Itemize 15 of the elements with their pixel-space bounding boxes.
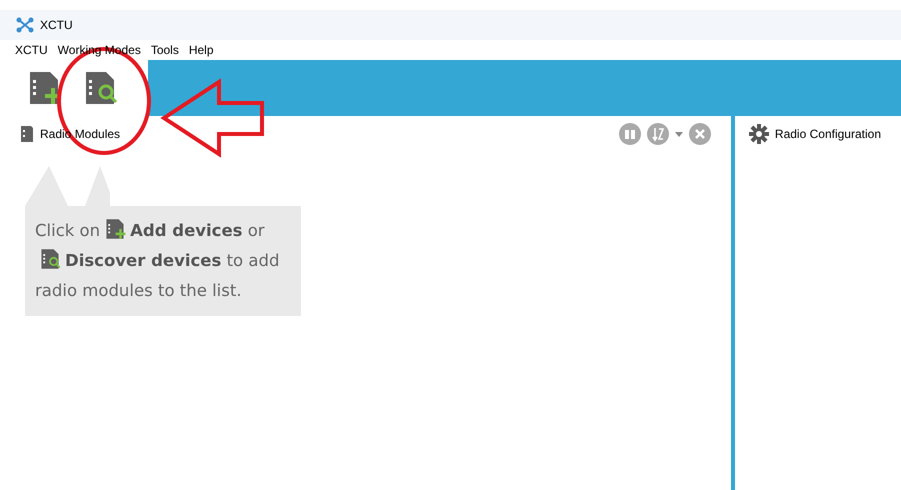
menu-item[interactable]: Help — [184, 43, 219, 57]
radio-module-icon — [20, 125, 34, 143]
menu-item[interactable]: XCTU — [10, 43, 53, 57]
add-device-icon[interactable] — [104, 218, 126, 240]
app-logo-icon — [16, 17, 34, 33]
panel-title: Radio Configuration — [774, 127, 881, 141]
hint-text: radio modules to the list. — [35, 281, 242, 300]
settings-icon — [748, 124, 769, 144]
hint-text: Discover devices to add — [65, 251, 280, 270]
discover-device-icon[interactable] — [39, 248, 61, 270]
caret-icon[interactable] — [674, 132, 683, 136]
hint-text: Add devices or — [130, 221, 265, 240]
menu-item[interactable]: Tools — [146, 43, 184, 57]
window-title: XCTU — [40, 18, 73, 32]
hint-text: Click on — [35, 221, 100, 240]
